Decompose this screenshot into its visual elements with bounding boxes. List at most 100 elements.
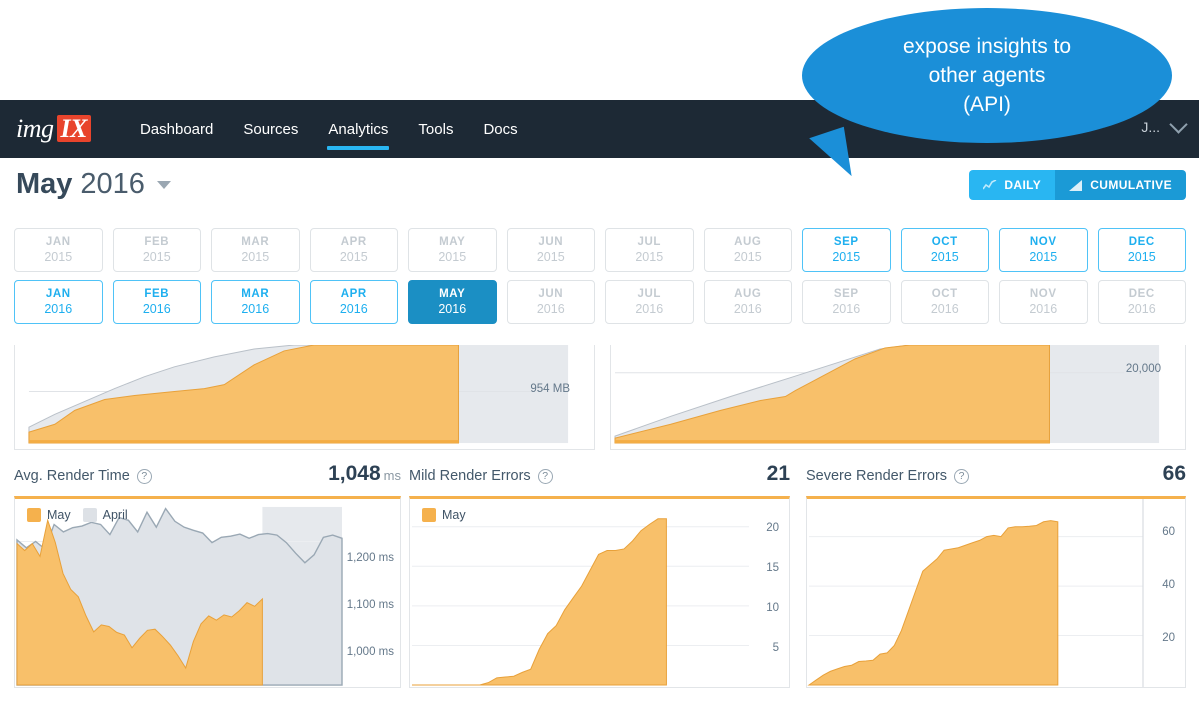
month-button-sep-2016: SEP 2016 xyxy=(802,280,891,324)
ytick-20: 20 xyxy=(766,522,779,534)
page-title-month: May xyxy=(16,168,73,200)
month-button-year: 2015 xyxy=(44,250,73,264)
help-icon[interactable]: ? xyxy=(537,468,553,484)
ytick-40: 40 xyxy=(1162,579,1175,591)
ytick-20: 20 xyxy=(1162,632,1175,644)
month-button-month: MAR xyxy=(241,288,270,300)
month-button-year: 2015 xyxy=(438,250,467,264)
month-button-oct-2015[interactable]: OCT 2015 xyxy=(900,228,989,272)
month-button-jan-2015: JAN 2015 xyxy=(14,228,103,272)
legend-label-may: May xyxy=(47,508,71,522)
chart-card-mild-render-errors[interactable]: May 20 15 10 5 xyxy=(409,496,790,688)
toggle-daily-label: DAILY xyxy=(1004,178,1042,192)
month-button-month: NOV xyxy=(1029,236,1057,248)
nav-item-dashboard[interactable]: Dashboard xyxy=(125,100,228,158)
month-button-jul-2015: JUL 2015 xyxy=(605,228,694,272)
month-button-month: DEC xyxy=(1128,288,1155,300)
metric-value-number: 66 xyxy=(1162,462,1186,485)
month-button-feb-2016[interactable]: FEB 2016 xyxy=(112,280,201,324)
month-button-month: JUN xyxy=(538,236,564,248)
user-menu[interactable]: J... xyxy=(1141,115,1188,135)
mild-render-errors-chart xyxy=(412,518,749,686)
metric-header: Severe Render Errors ? 66 xyxy=(806,462,1186,496)
legend-item-may: May xyxy=(27,508,71,522)
metric-title: Severe Render Errors ? xyxy=(806,468,970,484)
metric-title-label: Severe Render Errors xyxy=(806,468,948,484)
toggle-daily[interactable]: DAILY xyxy=(969,170,1056,200)
month-button-dec-2015[interactable]: DEC 2015 xyxy=(1097,228,1186,272)
month-button-year: 2016 xyxy=(733,302,762,316)
month-button-may-2016[interactable]: MAY 2016 xyxy=(408,280,497,324)
callout-bubble: expose insights to other agents (API) xyxy=(802,8,1172,143)
month-button-apr-2015: APR 2015 xyxy=(309,228,398,272)
help-icon[interactable]: ? xyxy=(136,468,152,484)
help-icon[interactable]: ? xyxy=(954,468,970,484)
page-title[interactable]: May 2016 xyxy=(16,168,171,201)
metric-title-label: Mild Render Errors xyxy=(409,468,531,484)
avg-render-time-chart xyxy=(16,506,343,686)
month-button-aug-2016: AUG 2016 xyxy=(703,280,792,324)
chart-card-severe-render-errors[interactable]: 60 40 20 xyxy=(806,496,1186,688)
month-button-mar-2015: MAR 2015 xyxy=(211,228,300,272)
month-button-year: 2016 xyxy=(536,302,565,316)
month-button-nov-2016: NOV 2016 xyxy=(999,280,1088,324)
metric-value-number: 21 xyxy=(766,462,790,485)
caret-down-icon[interactable] xyxy=(156,180,171,189)
month-button-jun-2015: JUN 2015 xyxy=(506,228,595,272)
bandwidth-area-chart xyxy=(28,345,569,444)
toggle-cumulative[interactable]: CUMULATIVE xyxy=(1055,170,1186,200)
ytick-1000: 1,000 ms xyxy=(346,646,394,658)
toggle-cumulative-label: CUMULATIVE xyxy=(1090,178,1172,192)
nav-item-tools[interactable]: Tools xyxy=(403,100,468,158)
month-button-month: APR xyxy=(340,288,367,300)
chart-card-bandwidth[interactable]: 954 MB xyxy=(14,345,595,450)
month-button-nov-2015[interactable]: NOV 2015 xyxy=(999,228,1088,272)
ytick-5: 5 xyxy=(772,642,779,654)
nav-item-analytics[interactable]: Analytics xyxy=(313,100,403,158)
month-button-month: MAY xyxy=(439,288,466,300)
metric-header: Mild Render Errors ? 21 xyxy=(409,462,790,496)
view-toggle-group: DAILY CUMULATIVE xyxy=(969,170,1186,200)
nav-item-docs[interactable]: Docs xyxy=(468,100,532,158)
metric-title-label: Avg. Render Time xyxy=(14,468,130,484)
month-button-month: MAY xyxy=(439,236,466,248)
month-button-year: 2016 xyxy=(241,302,270,316)
month-button-year: 2015 xyxy=(930,250,959,264)
month-button-year: 2015 xyxy=(832,250,861,264)
area-chart-icon xyxy=(1069,179,1083,191)
legend-label-april: April xyxy=(102,508,128,522)
callout-text: expose insights to other agents (API) xyxy=(902,35,1072,116)
ytick-1100: 1,100 ms xyxy=(346,599,394,611)
imgix-logo[interactable]: img IX xyxy=(16,114,91,144)
month-button-jan-2016[interactable]: JAN 2016 xyxy=(14,280,103,324)
chart-legend: May xyxy=(422,508,466,522)
month-button-month: AUG xyxy=(734,236,762,248)
month-button-month: MAR xyxy=(241,236,270,248)
ytick-1200: 1,200 ms xyxy=(346,552,394,564)
month-button-year: 2016 xyxy=(142,302,171,316)
month-button-year: 2015 xyxy=(241,250,270,264)
month-button-mar-2016[interactable]: MAR 2016 xyxy=(211,280,300,324)
month-button-sep-2015[interactable]: SEP 2015 xyxy=(802,228,891,272)
severe-render-errors-chart xyxy=(807,499,1144,687)
page-title-year: 2016 xyxy=(80,168,145,200)
chart-card-avg-render-time[interactable]: May April 1,200 ms 1,100 ms 1,000 ms xyxy=(14,496,401,688)
month-button-oct-2016: OCT 2016 xyxy=(900,280,989,324)
page-header: May 2016 DAILY CUMULATIVE xyxy=(0,166,1199,216)
month-button-month: JUL xyxy=(637,236,662,248)
month-button-month: NOV xyxy=(1029,288,1057,300)
metric-header: Avg. Render Time ? 1,048 ms xyxy=(14,462,401,496)
month-button-year: 2016 xyxy=(930,302,959,316)
month-button-year: 2016 xyxy=(339,302,368,316)
nav-item-sources[interactable]: Sources xyxy=(228,100,313,158)
chart-card-requests[interactable]: 20,000 xyxy=(610,345,1186,450)
metric-value: 21 xyxy=(767,462,790,486)
month-button-apr-2016[interactable]: APR 2016 xyxy=(309,280,398,324)
month-button-year: 2016 xyxy=(635,302,664,316)
nav-links: Dashboard Sources Analytics Tools Docs xyxy=(125,100,533,158)
month-button-year: 2015 xyxy=(635,250,664,264)
ytick-10: 10 xyxy=(766,602,779,614)
month-button-month: AUG xyxy=(734,288,762,300)
legend-swatch-april xyxy=(82,508,97,522)
month-button-jul-2016: JUL 2016 xyxy=(605,280,694,324)
